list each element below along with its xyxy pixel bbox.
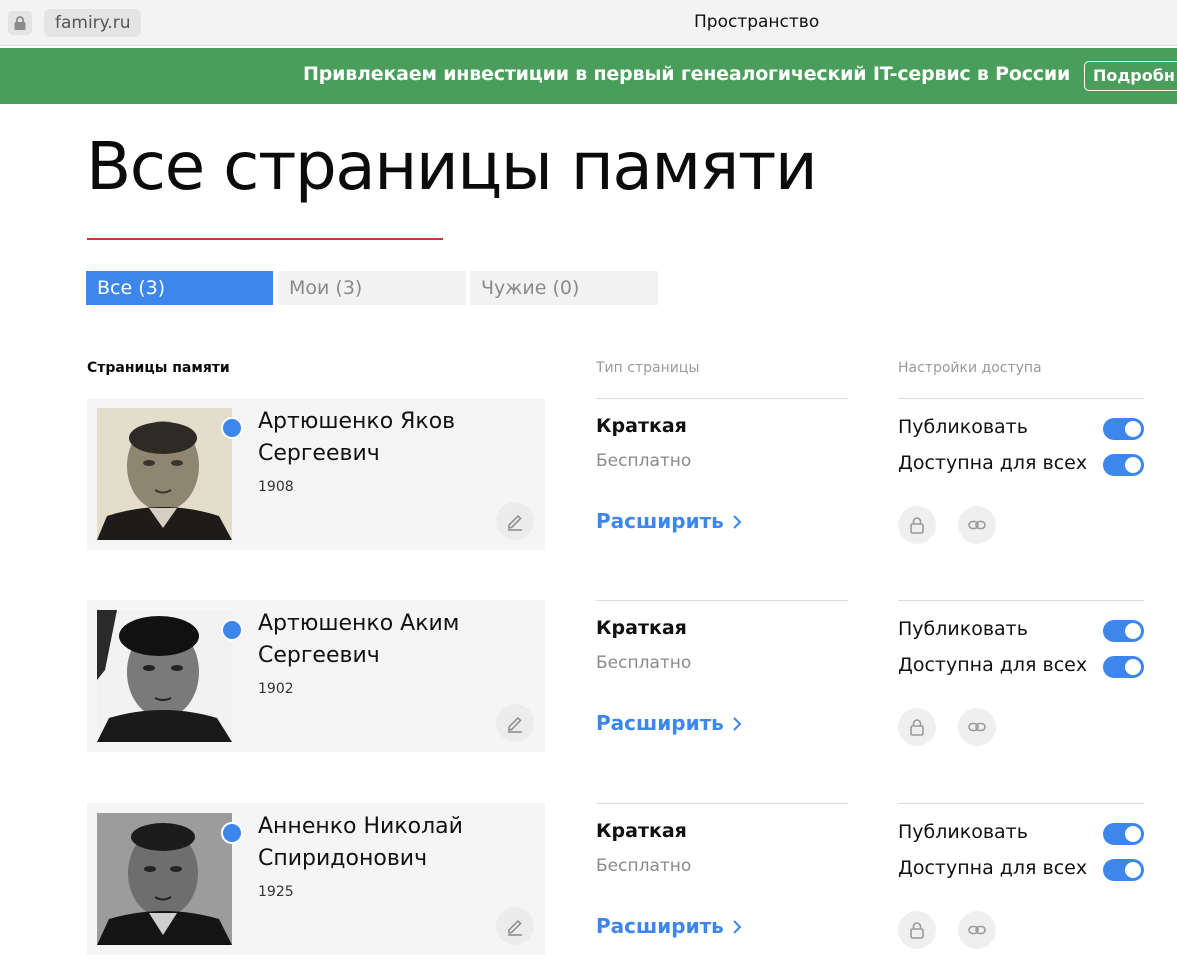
expand-label: Расширить	[596, 509, 724, 533]
browser-bar: famiry.ru Пространство	[0, 0, 1177, 46]
lock-button[interactable]	[898, 708, 936, 746]
memory-page-row: Анненко Николай Спиридонович 1925 Кратка…	[0, 803, 1177, 963]
person-name[interactable]: Артюшенко Аким Сергеевич	[258, 608, 508, 672]
page-type: Краткая	[596, 415, 687, 437]
publish-setting: Публиковать	[898, 414, 1144, 440]
person-year: 1925	[258, 884, 294, 900]
copy-link-button[interactable]	[958, 911, 996, 949]
public-access-toggle[interactable]	[1103, 859, 1144, 881]
expand-label: Расширить	[596, 711, 724, 735]
promo-details-button[interactable]: Подробн	[1084, 61, 1177, 91]
column-header-access: Настройки доступа	[898, 360, 1042, 376]
expand-link[interactable]: Расширить	[596, 509, 742, 533]
column-header-type: Тип страницы	[596, 360, 700, 376]
public-access-label: Доступна для всех	[898, 452, 1088, 474]
publish-setting: Публиковать	[898, 616, 1144, 642]
lock-icon	[910, 922, 924, 939]
tab-all[interactable]: Все (3)	[86, 271, 273, 305]
public-access-setting: Доступна для всех	[898, 855, 1144, 881]
online-status-dot	[221, 417, 243, 439]
person-year: 1908	[258, 479, 294, 495]
publish-toggle[interactable]	[1103, 823, 1144, 845]
toggle-knob	[1125, 421, 1141, 437]
memory-page-row: Артюшенко Яков Сергеевич 1908 Краткая Бе…	[0, 398, 1177, 558]
expand-link[interactable]: Расширить	[596, 711, 742, 735]
public-access-label: Доступна для всех	[898, 857, 1088, 879]
copy-link-button[interactable]	[958, 506, 996, 544]
online-status-dot	[221, 619, 243, 641]
lock-button[interactable]	[898, 911, 936, 949]
person-name[interactable]: Артюшенко Яков Сергеевич	[258, 406, 508, 470]
edit-button[interactable]	[496, 907, 534, 945]
publish-label: Публиковать	[898, 416, 1028, 438]
person-photo[interactable]	[97, 610, 232, 742]
publish-toggle[interactable]	[1103, 620, 1144, 642]
page-price: Бесплатно	[596, 451, 692, 471]
link-icon	[968, 520, 986, 530]
public-access-toggle[interactable]	[1103, 454, 1144, 476]
lock-button[interactable]	[898, 506, 936, 544]
edit-button[interactable]	[496, 502, 534, 540]
person-name[interactable]: Анненко Николай Спиридонович	[258, 811, 508, 875]
memory-card[interactable]: Артюшенко Яков Сергеевич 1908	[87, 398, 545, 550]
chevron-right-icon	[733, 717, 742, 731]
publish-label: Публиковать	[898, 821, 1028, 843]
pencil-icon	[508, 514, 522, 531]
memory-card[interactable]: Артюшенко Аким Сергеевич 1902	[87, 600, 545, 752]
memory-page-row: Артюшенко Аким Сергеевич 1902 Краткая Бе…	[0, 600, 1177, 760]
toggle-knob	[1125, 826, 1141, 842]
online-status-dot	[221, 822, 243, 844]
access-settings-cell: Публиковать Доступна для всех	[898, 803, 1144, 955]
lock-icon	[910, 719, 924, 736]
toggle-knob	[1125, 862, 1141, 878]
publish-setting: Публиковать	[898, 819, 1144, 845]
page-title: Все страницы памяти	[86, 128, 818, 205]
public-access-label: Доступна для всех	[898, 654, 1088, 676]
copy-link-button[interactable]	[958, 708, 996, 746]
title-underline	[87, 238, 443, 240]
edit-button[interactable]	[496, 704, 534, 742]
access-settings-cell: Публиковать Доступна для всех	[898, 600, 1144, 752]
link-icon	[968, 925, 986, 935]
person-year: 1902	[258, 681, 294, 697]
tab-title: Пространство	[694, 12, 820, 32]
toggle-knob	[1125, 659, 1141, 675]
page-price: Бесплатно	[596, 856, 692, 876]
page-type: Краткая	[596, 820, 687, 842]
pencil-icon	[508, 716, 522, 733]
link-icon	[968, 722, 986, 732]
promo-banner: Привлекаем инвестиции в первый генеалоги…	[0, 48, 1177, 104]
page-type-cell: Краткая Бесплатно Расширить	[596, 803, 848, 955]
access-settings-cell: Публиковать Доступна для всех	[898, 398, 1144, 550]
chevron-right-icon	[733, 920, 742, 934]
publish-toggle[interactable]	[1103, 418, 1144, 440]
lock-icon	[910, 517, 924, 534]
column-header-pages: Страницы памяти	[87, 360, 230, 376]
tab-mine[interactable]: Мои (3)	[278, 271, 466, 305]
tab-others[interactable]: Чужие (0)	[470, 271, 658, 305]
page-price: Бесплатно	[596, 653, 692, 673]
publish-label: Публиковать	[898, 618, 1028, 640]
expand-label: Расширить	[596, 914, 724, 938]
person-photo[interactable]	[97, 813, 232, 945]
pencil-icon	[508, 919, 522, 936]
address-bar[interactable]: famiry.ru	[44, 9, 142, 37]
public-access-setting: Доступна для всех	[898, 652, 1144, 678]
person-photo[interactable]	[97, 408, 232, 540]
expand-link[interactable]: Расширить	[596, 914, 742, 938]
page-type: Краткая	[596, 617, 687, 639]
page-type-cell: Краткая Бесплатно Расширить	[596, 398, 848, 550]
chevron-right-icon	[733, 515, 742, 529]
public-access-toggle[interactable]	[1103, 656, 1144, 678]
public-access-setting: Доступна для всех	[898, 450, 1144, 476]
toggle-knob	[1125, 623, 1141, 639]
page-type-cell: Краткая Бесплатно Расширить	[596, 600, 848, 752]
toggle-knob	[1125, 457, 1141, 473]
memory-card[interactable]: Анненко Николай Спиридонович 1925	[87, 803, 545, 955]
lock-icon[interactable]	[8, 11, 32, 35]
promo-text: Привлекаем инвестиции в первый генеалоги…	[303, 63, 1071, 85]
